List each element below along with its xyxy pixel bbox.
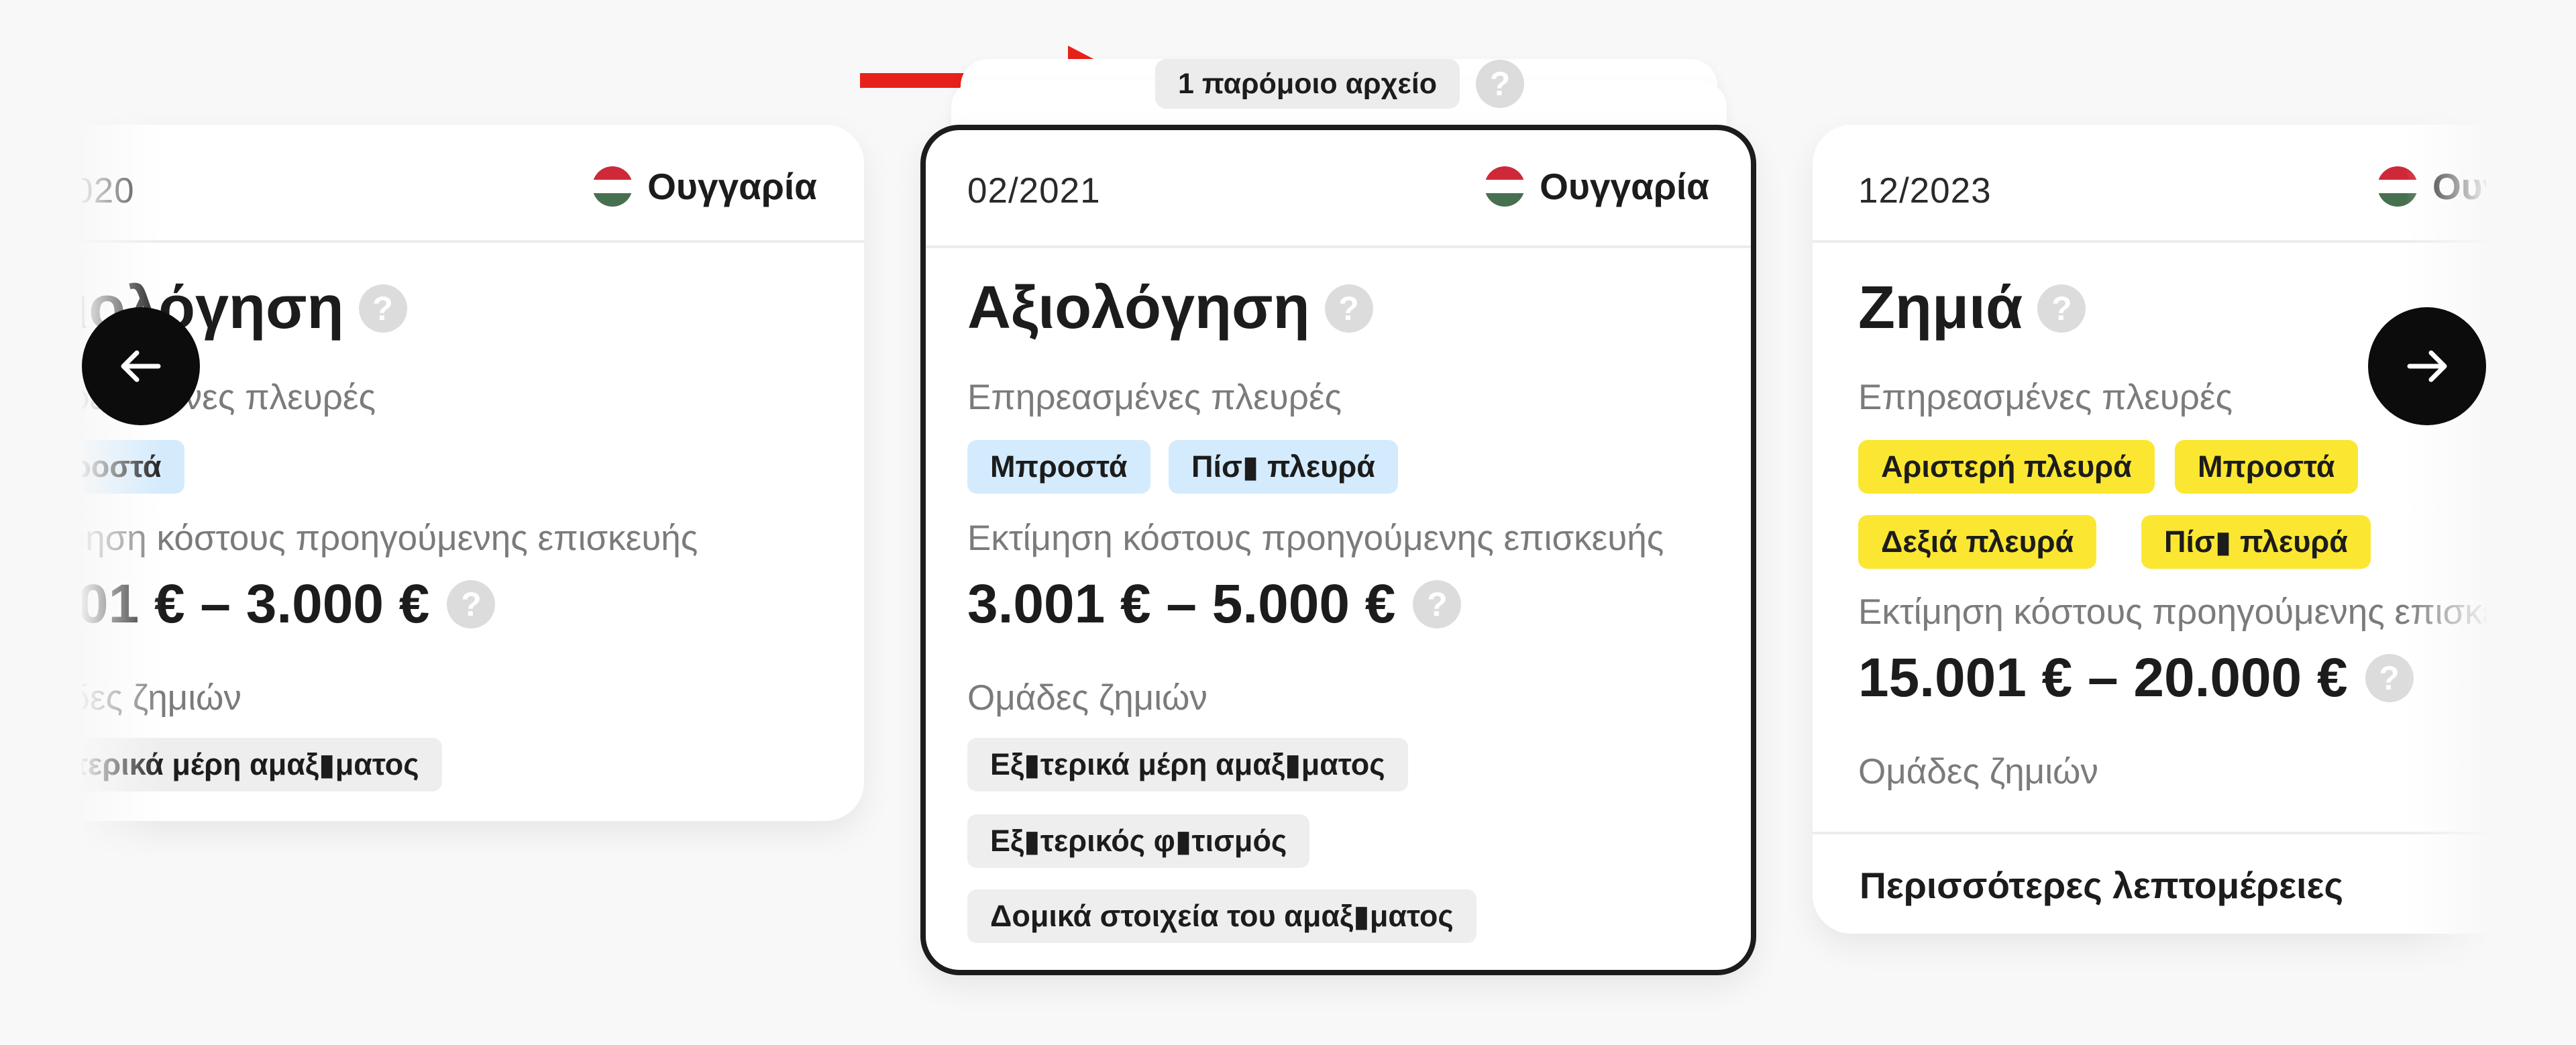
side-chip: Μπροστά — [967, 440, 1150, 494]
history-card-3[interactable]: 12/2023 Ουγγαρία Ζημιά ? Επηρεασμένες πλ… — [1813, 125, 2486, 934]
cost-range: 3.001 € – 5.000 € ? — [967, 573, 1462, 636]
cost-value: 3.001 € – 5.000 € — [967, 573, 1396, 635]
arrow-left-icon — [121, 350, 161, 382]
damage-group-chip: Εξ▮τερικά μέρη αμαξ▮ματος — [967, 738, 1408, 791]
cost-range: 1.501 € – 3.000 € ? — [82, 573, 496, 636]
damage-groups-label: Ομάδες ζημιών — [967, 678, 1208, 718]
card-country: Ουγγαρία — [1485, 165, 1709, 208]
card-country: Ουγγαρία — [2377, 165, 2486, 208]
side-chip: Πίσ▮ πλευρά — [1169, 440, 1398, 494]
card-date: 02/2021 — [967, 171, 1101, 211]
card-header: 01/2020 Ουγγαρία — [82, 125, 864, 243]
side-chip: Αριστερή πλευρά — [1858, 440, 2155, 494]
prev-button[interactable] — [82, 307, 200, 425]
hungary-flag-icon — [1485, 166, 1525, 207]
question-mark-icon[interactable]: ? — [2365, 654, 2414, 702]
side-chip: Μπροστά — [82, 440, 184, 494]
history-card-1[interactable]: 01/2020 Ουγγαρία Αξιολόγηση ? Επηρεασμέν… — [82, 125, 864, 821]
prev-cost-label: Εκτίμηση κόστους προηγούμενης επισκευής — [1858, 592, 2486, 632]
country-name: Ουγγαρία — [647, 166, 817, 207]
side-chip: Δεξιά πλευρά — [1858, 515, 2097, 569]
cost-range: 15.001 € – 20.000 € ? — [1858, 647, 2414, 710]
damage-groups-label: Ομάδες ζημιών — [82, 678, 241, 718]
next-button[interactable] — [2368, 307, 2486, 425]
cost-value: 15.001 € – 20.000 € — [1858, 647, 2348, 708]
history-carousel: 01/2020 Ουγγαρία Αξιολόγηση ? Επηρεασμέν… — [82, 0, 2486, 1045]
affected-sides-label: Επηρεασμένες πλευρές — [1858, 378, 2233, 417]
damage-group-chip: Εξ▮τερικός φ▮τισμός — [967, 814, 1310, 868]
country-name: Ουγγαρία — [1540, 166, 1709, 207]
card-date: 01/2020 — [82, 171, 135, 211]
card-title: Ζημιά ? — [1858, 274, 2086, 343]
card-type: Ζημιά — [1858, 274, 2023, 341]
history-card-2[interactable]: 02/2021 Ουγγαρία Αξιολόγηση ? Επηρεασμέν… — [920, 125, 1756, 975]
card-header: 02/2021 Ουγγαρία — [926, 130, 1751, 248]
card-date: 12/2023 — [1858, 171, 1992, 211]
prev-cost-label: Εκτίμηση κόστους προηγούμενης επισκευής — [967, 518, 1664, 558]
side-chip: Πίσ▮ πλευρά — [2141, 515, 2371, 569]
damage-groups-label: Ομάδες ζημιών — [1858, 752, 2098, 791]
country-name: Ουγγαρία — [2432, 166, 2486, 207]
question-mark-icon[interactable]: ? — [447, 580, 496, 628]
more-details-label: Περισσότερες λεπτομέρειες — [1860, 865, 2344, 906]
card-type: Αξιολόγηση — [967, 274, 1310, 341]
side-chip: Μπροστά — [2175, 440, 2358, 494]
card-header: 12/2023 Ουγγαρία — [1813, 125, 2486, 243]
prev-cost-label: Εκτίμηση κόστους προηγούμενης επισκευής — [82, 518, 698, 558]
hungary-flag-icon — [592, 166, 633, 207]
cost-value: 1.501 € – 3.000 € — [82, 573, 430, 635]
question-mark-icon[interactable]: ? — [1324, 284, 1373, 333]
card-country: Ουγγαρία — [592, 165, 817, 208]
damage-group-chip: Δομικά στοιχεία του αμαξ▮ματος — [967, 889, 1477, 943]
card-title: Αξιολόγηση ? — [967, 274, 1373, 343]
question-mark-icon[interactable]: ? — [1413, 580, 1462, 628]
hungary-flag-icon — [2377, 166, 2418, 207]
affected-sides-label: Επηρεασμένες πλευρές — [967, 378, 1342, 417]
question-mark-icon[interactable]: ? — [2037, 284, 2086, 333]
more-details-link[interactable]: Περισσότερες λεπτομέρειες — [1813, 832, 2486, 934]
damage-group-chip: Εξ▮τερικά μέρη αμαξ▮ματος — [82, 738, 442, 791]
question-mark-icon[interactable]: ? — [358, 284, 407, 333]
arrow-right-icon — [2407, 350, 2447, 382]
